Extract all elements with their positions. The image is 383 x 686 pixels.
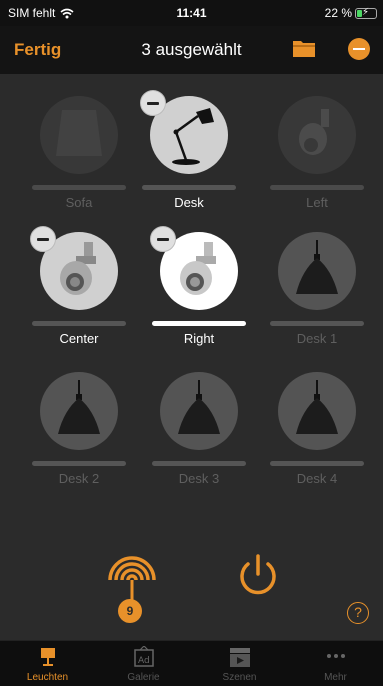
lamp-label: Desk 1 [296, 331, 338, 346]
pendant-lamp-icon [296, 380, 338, 434]
more-icon [327, 654, 345, 658]
spot-lamp-icon [299, 109, 329, 155]
tab-galerie[interactable]: Ad Galerie [96, 641, 191, 686]
lamp-label: Right [183, 331, 215, 346]
signal-icon [108, 556, 156, 600]
power-icon[interactable] [232, 550, 284, 602]
svg-text:Ad: Ad [138, 656, 150, 666]
brightness-bar [270, 461, 364, 466]
lamp-tile-desk-4[interactable]: Desk 4 [270, 372, 370, 502]
lamp-image [278, 96, 356, 174]
lamp-image [40, 96, 118, 174]
bridge-count-badge: 9 [118, 599, 142, 623]
lamp-tile-desk[interactable]: Desk [140, 90, 242, 226]
lamp-label: Desk 3 [178, 471, 220, 486]
lamp-tile-desk-2[interactable]: Desk 2 [32, 372, 132, 502]
desk-lamp-icon [172, 108, 214, 165]
brightness-bar [152, 461, 246, 466]
spot-lamp-icon [60, 242, 96, 295]
brightness-bar [32, 461, 126, 466]
battery-icon: ⚡ [355, 7, 377, 19]
lamp-image [160, 372, 238, 450]
lamp-label: Desk [174, 195, 204, 210]
pendant-lamp-icon [296, 240, 338, 294]
remove-selection-button[interactable] [348, 38, 370, 60]
lamp-tile-sofa[interactable]: Sofa [32, 96, 132, 226]
gallery-icon: Ad [134, 646, 154, 667]
tab-label: Leuchten [26, 672, 69, 683]
deselect-button[interactable] [150, 226, 176, 252]
action-area: 9 ? [0, 520, 383, 640]
brightness-bar [32, 321, 126, 326]
tab-label: Szenen [222, 672, 257, 683]
tab-szenen[interactable]: Szenen [192, 641, 287, 686]
lamp-tile-desk-1[interactable]: Desk 1 [270, 232, 370, 362]
folder-icon[interactable] [292, 38, 316, 58]
tab-bar: Leuchten Ad Galerie Szenen Mehr [0, 640, 383, 686]
lamp-label: Left [306, 195, 328, 210]
lamp-label: Center [59, 331, 99, 346]
lamp-icon [41, 648, 55, 666]
bridge-button[interactable]: 9 [104, 550, 160, 630]
help-button[interactable]: ? [347, 602, 369, 624]
page-title: 3 ausgewählt [141, 40, 242, 59]
brightness-bar [270, 321, 364, 326]
lamp-label: Desk 4 [296, 471, 338, 486]
deselect-button[interactable] [30, 226, 56, 252]
brightness-bar [152, 321, 246, 326]
battery-status: 22 % ⚡ [325, 6, 377, 20]
tab-label: Mehr [324, 672, 347, 683]
scenes-icon [230, 648, 250, 667]
brightness-bar [142, 185, 236, 190]
tab-mehr[interactable]: Mehr [288, 641, 383, 686]
table-lamp-icon [56, 110, 102, 156]
lamp-tile-center[interactable]: Center [30, 226, 132, 362]
lamp-image [278, 232, 356, 310]
brightness-bar [270, 185, 364, 190]
pendant-lamp-icon [58, 380, 100, 434]
deselect-button[interactable] [140, 90, 166, 116]
brightness-bar [32, 185, 126, 190]
lamp-tile-right[interactable]: Right [150, 226, 252, 362]
nav-bar: Fertig 3 ausgewählt [0, 26, 383, 74]
spot-lamp-icon [180, 242, 216, 295]
status-bar: SIM fehlt 11:41 22 % ⚡ [0, 0, 383, 26]
tab-label: Galerie [127, 672, 160, 683]
lamp-tile-desk-3[interactable]: Desk 3 [152, 372, 252, 502]
lamp-image [40, 372, 118, 450]
tab-leuchten[interactable]: Leuchten [0, 641, 95, 686]
lamp-tile-left[interactable]: Left [270, 96, 370, 226]
lamp-label: Desk 2 [58, 471, 100, 486]
pendant-lamp-icon [178, 380, 220, 434]
lamp-grid: Sofa Desk Left Center Right Desk 1 Desk … [0, 80, 383, 520]
lamp-image [278, 372, 356, 450]
battery-percent: 22 % [324, 6, 352, 20]
lamp-label: Sofa [65, 195, 93, 210]
